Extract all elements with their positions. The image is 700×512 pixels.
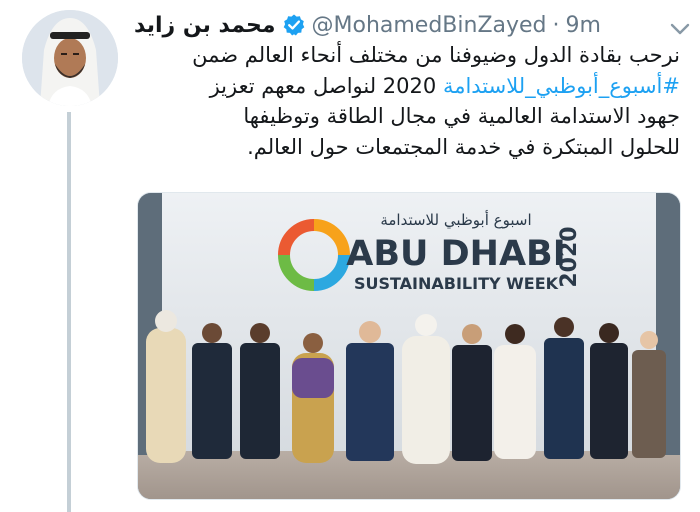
chevron-down-icon[interactable]	[670, 17, 690, 35]
avatar-image	[22, 10, 118, 106]
banner-title: ABU DHABI	[346, 234, 566, 274]
avatar[interactable]	[22, 10, 118, 106]
tweet-text: نرحب بقادة الدول وضيوفنا من مختلف أنحاء …	[140, 40, 680, 162]
group-photo: اسبوع أبوظبي للاستدامة ABU DHABI SUSTAIN…	[138, 193, 680, 499]
author-handle[interactable]: @MohamedBinZayed	[312, 13, 547, 38]
tweet-time[interactable]: 9m	[566, 13, 601, 38]
display-name[interactable]: محمد بن زايد	[134, 13, 276, 38]
tweet-line: نرحب بقادة الدول وضيوفنا من مختلف أنحاء …	[192, 43, 680, 67]
tweet-header: محمد بن زايد @MohamedBinZayed · 9m	[134, 8, 694, 42]
banner-arabic: اسبوع أبوظبي للاستدامة	[380, 210, 531, 230]
tweet-line: للحلول المبتكرة في خدمة المجتمعات حول ال…	[247, 134, 680, 159]
banner-year: 2020	[557, 226, 582, 287]
banner-subtitle: SUSTAINABILITY WEEK	[354, 274, 559, 293]
thread-line	[67, 112, 71, 512]
tweet-line: جهود الاستدامة العالمية في مجال الطاقة و…	[243, 104, 680, 128]
verified-badge-icon	[282, 13, 306, 37]
tweet-media-photo[interactable]: اسبوع أبوظبي للاستدامة ABU DHABI SUSTAIN…	[137, 192, 681, 500]
tweet-line: #أسبوع_أبوظبي_للاستدامة 2020 لنواصل معهم…	[140, 71, 680, 102]
header-separator: ·	[552, 12, 560, 38]
tweet-line-text: 2020 لنواصل معهم تعزيز	[209, 73, 443, 98]
hashtag-link[interactable]: #أسبوع_أبوظبي_للاستدامة	[443, 74, 680, 98]
